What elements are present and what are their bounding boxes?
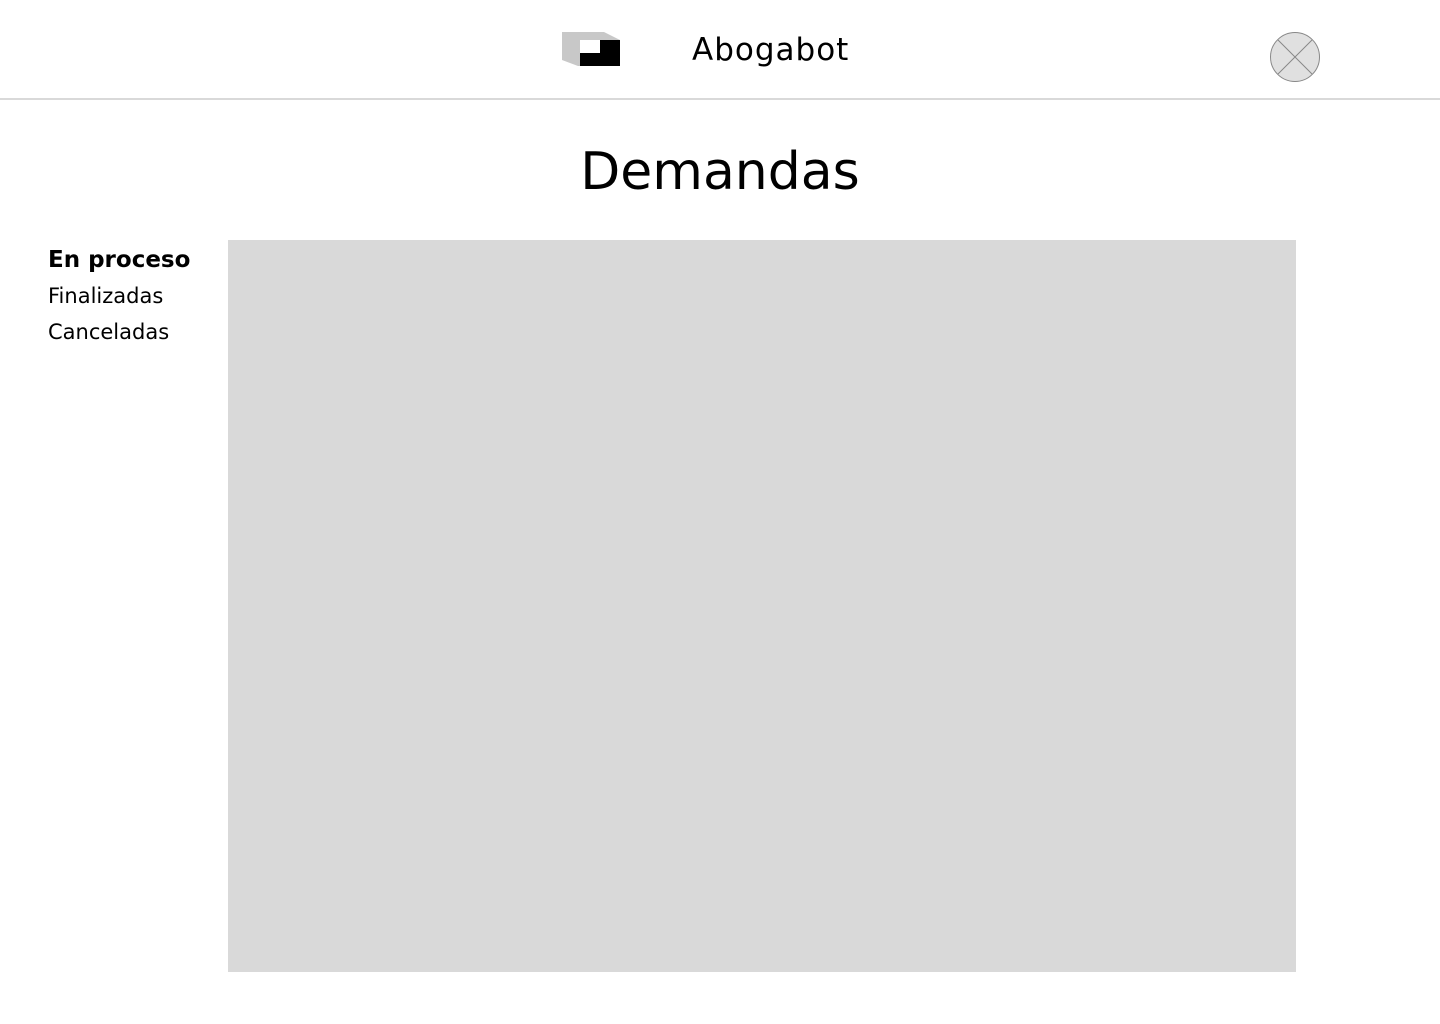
top-header: Abogabot — [0, 0, 1440, 100]
nav-item-canceladas[interactable]: Canceladas — [48, 314, 218, 350]
page-title: Demandas — [580, 142, 860, 202]
nav-item-en-proceso[interactable]: En proceso — [48, 242, 218, 278]
demand-status-nav: En proceso Finalizadas Canceladas — [48, 242, 218, 350]
demands-content-panel — [228, 240, 1296, 972]
avatar-placeholder-icon[interactable] — [1270, 32, 1320, 82]
nav-item-finalizadas[interactable]: Finalizadas — [48, 278, 218, 314]
abogabot-logo-icon[interactable] — [562, 32, 622, 68]
app-name: Abogabot — [692, 32, 850, 68]
